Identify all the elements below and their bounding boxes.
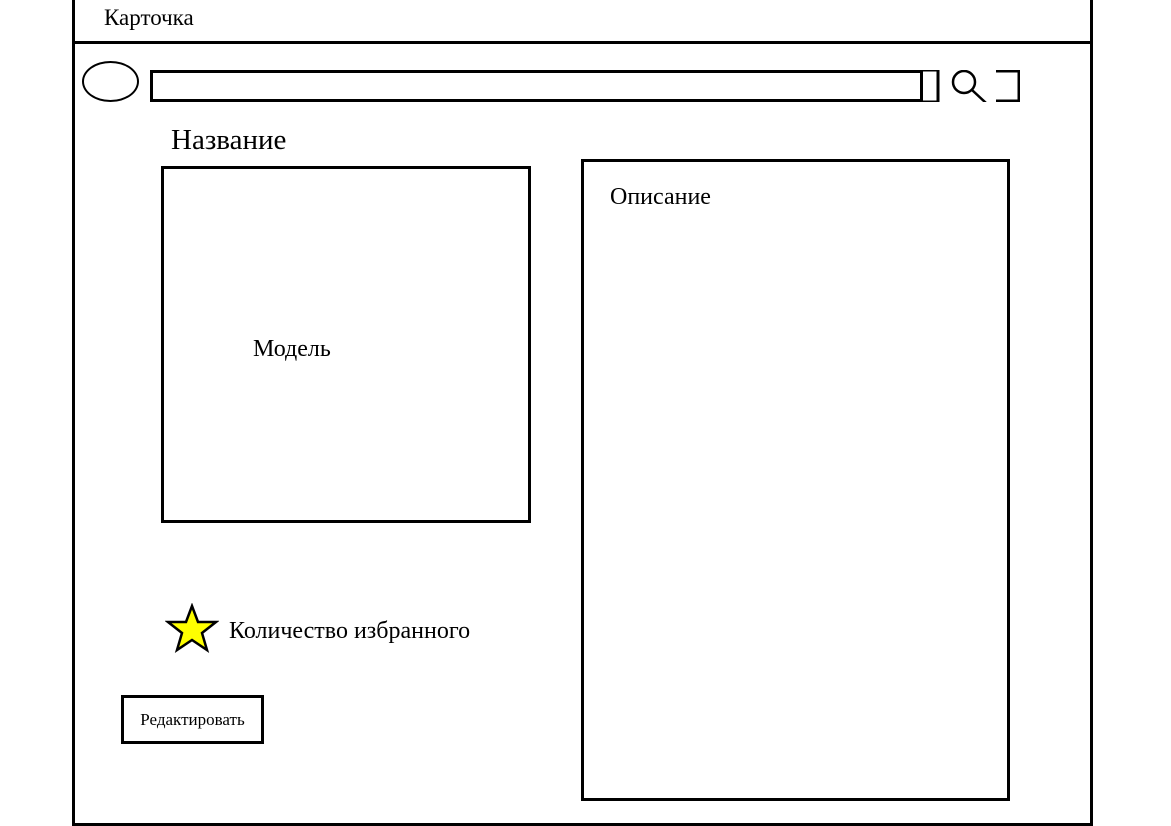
star-icon xyxy=(165,603,219,653)
model-viewer[interactable] xyxy=(161,166,531,523)
edit-button[interactable]: Редактировать xyxy=(121,695,264,744)
favorites-count-label: Количество избранного xyxy=(229,618,471,644)
favorite-button[interactable] xyxy=(165,603,219,653)
search-button[interactable] xyxy=(922,70,1020,102)
product-title: Название xyxy=(171,124,287,156)
description-panel xyxy=(581,159,1010,801)
window-title: Карточка xyxy=(104,5,194,30)
model-label: Модель xyxy=(253,336,331,362)
search-input[interactable] xyxy=(150,70,923,102)
avatar[interactable] xyxy=(82,61,139,102)
magnifier-icon xyxy=(923,70,1020,102)
description-label: Описание xyxy=(610,184,711,210)
title-bar xyxy=(72,0,1093,44)
